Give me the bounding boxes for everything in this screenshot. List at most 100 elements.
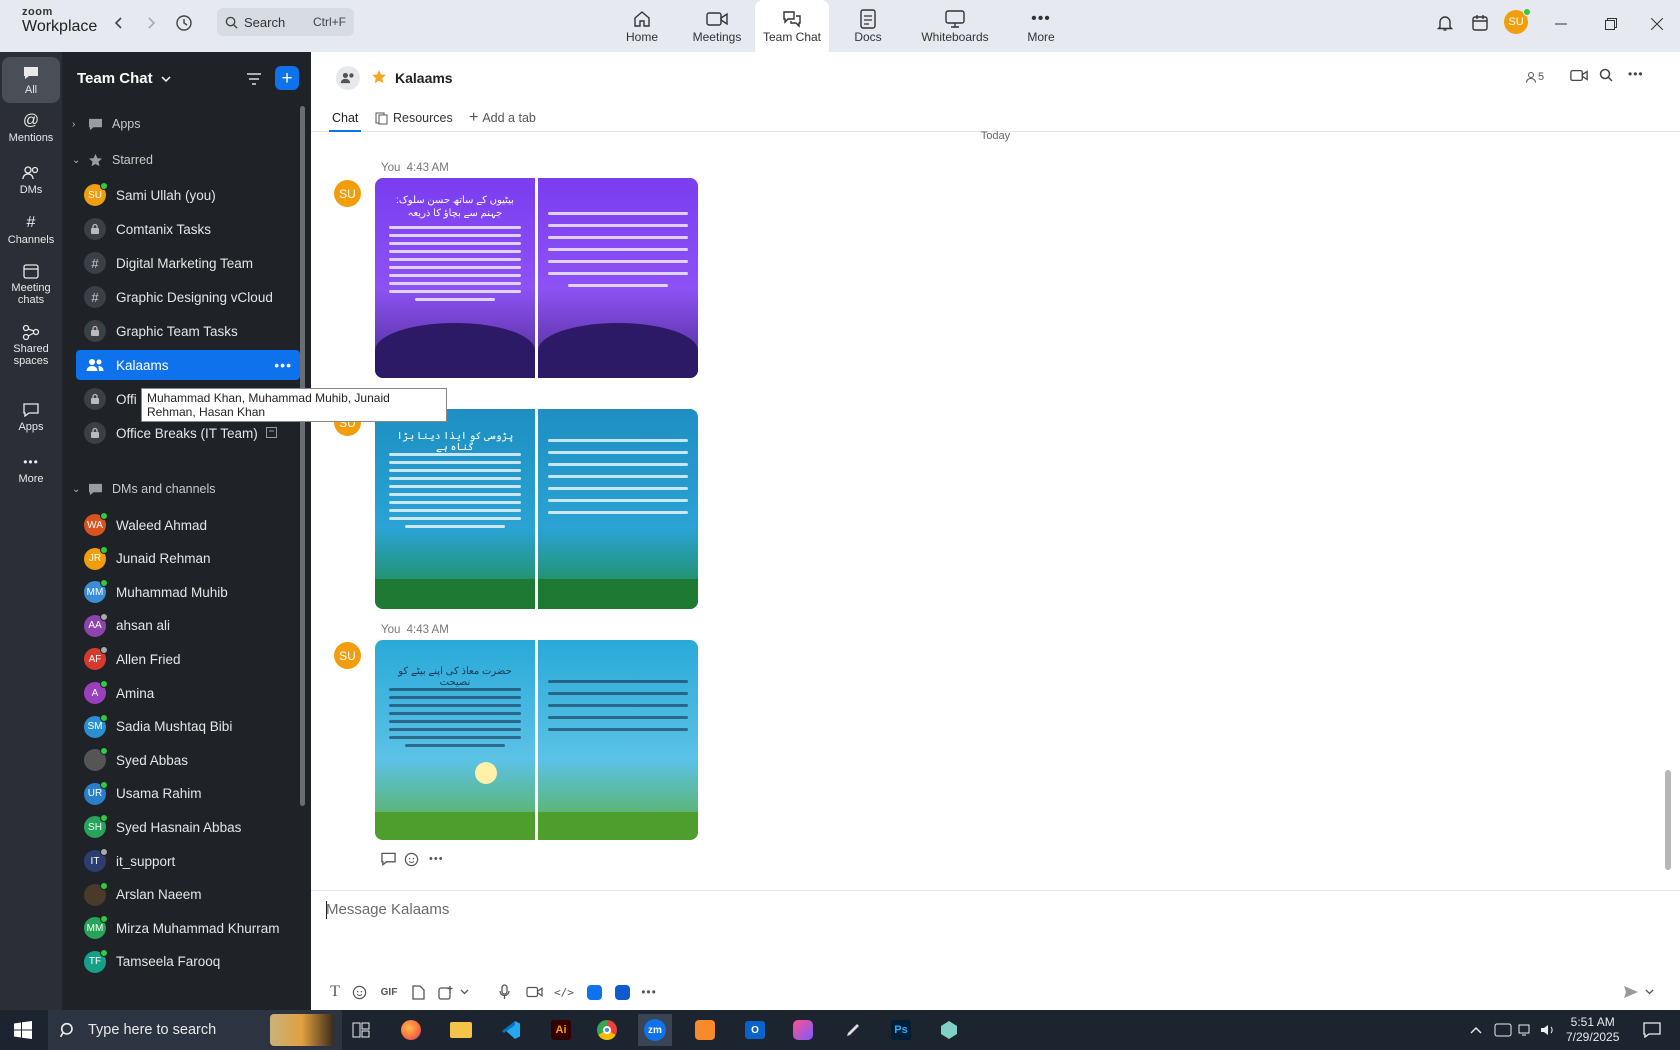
dm-item[interactable]: MM Muhammad Muhib	[76, 577, 300, 607]
rail-all[interactable]: All	[2, 57, 60, 103]
creative-cloud-icon[interactable]	[786, 1014, 820, 1046]
emoji-icon[interactable]	[349, 982, 369, 1002]
volume-icon[interactable]	[1540, 1010, 1556, 1050]
dm-item[interactable]: Syed Abbas	[76, 745, 300, 775]
maximize-button[interactable]	[1596, 12, 1626, 36]
xampp-icon[interactable]	[688, 1014, 722, 1046]
vscode-icon[interactable]	[494, 1014, 528, 1046]
taskbar-search[interactable]: Type here to search	[48, 1010, 342, 1050]
clock[interactable]: 5:51 AM 7/29/2025	[1566, 1010, 1619, 1050]
dm-item[interactable]: UR Usama Rahim	[76, 779, 300, 809]
nav-whiteboards[interactable]: Whiteboards	[916, 0, 994, 52]
forward-arrow-icon[interactable]	[140, 12, 162, 34]
image-attachment[interactable]: حضرت معاذ کی اپنے بیٹے کو نصیحت	[375, 640, 698, 840]
inkscape-pen-icon[interactable]	[836, 1014, 870, 1046]
notification-center-icon[interactable]	[1643, 1010, 1661, 1050]
more-options-icon[interactable]: •••	[1628, 67, 1644, 81]
tab-resources[interactable]: Resources	[375, 108, 453, 128]
history-icon[interactable]	[173, 12, 195, 34]
send-icon[interactable]	[1622, 982, 1640, 1002]
user-avatar[interactable]: SU	[1504, 8, 1531, 34]
starred-item-kalaams[interactable]: Kalaams •••	[76, 350, 300, 380]
reply-icon[interactable]	[381, 850, 396, 868]
notification-bell-icon[interactable]	[1434, 12, 1456, 34]
filter-icon[interactable]	[243, 68, 265, 90]
app-icon-blue[interactable]	[584, 982, 604, 1002]
outlook-icon[interactable]: O	[738, 1014, 772, 1046]
minimize-button[interactable]	[1546, 12, 1576, 36]
zoom-taskbar-icon[interactable]: zm	[638, 1014, 672, 1046]
dm-item[interactable]: JR Junaid Rehman	[76, 544, 300, 574]
search-box[interactable]: Search Ctrl+F	[217, 8, 354, 36]
screenshot-icon[interactable]	[435, 982, 455, 1002]
tab-chat[interactable]: Chat	[332, 108, 358, 128]
image-tile[interactable]: بیٹیوں کے ساتھ حسن سلوک: جہنم سے بچاؤ کا…	[375, 178, 535, 378]
starred-item-digital-marketing[interactable]: # Digital Marketing Team	[76, 248, 300, 278]
rail-channels[interactable]: # Channels	[2, 212, 60, 247]
rail-apps[interactable]: Apps	[2, 399, 60, 433]
video-call-icon[interactable]	[1570, 69, 1588, 87]
more-options-icon[interactable]: •••	[637, 982, 661, 1002]
rail-dms[interactable]: DMs	[2, 162, 60, 196]
code-snippet-icon[interactable]: </>	[553, 982, 575, 1002]
dm-item[interactable]: AA ahsan ali	[76, 611, 300, 641]
starred-item-graphic-team[interactable]: Graphic Team Tasks	[76, 316, 300, 346]
new-chat-button[interactable]: +	[275, 66, 299, 90]
rail-meeting-chats[interactable]: Meeting chats	[2, 260, 60, 306]
emoji-reaction-icon[interactable]	[404, 850, 419, 868]
image-tile[interactable]	[538, 178, 698, 378]
search-icon[interactable]	[1599, 68, 1613, 87]
nav-team-chat[interactable]: Team Chat	[755, 0, 829, 52]
nav-docs[interactable]: Docs	[830, 0, 906, 52]
add-tab-button[interactable]: + Add a tab	[469, 108, 536, 128]
starred-item-graphic-vcloud[interactable]: # Graphic Designing vCloud	[76, 282, 300, 312]
nav-more[interactable]: ••• More	[1003, 0, 1079, 52]
file-explorer-icon[interactable]	[444, 1014, 478, 1046]
network-icon[interactable]	[1518, 1010, 1534, 1050]
chrome-icon[interactable]	[590, 1014, 624, 1046]
illustrator-icon[interactable]: Ai	[544, 1014, 578, 1046]
rail-mentions[interactable]: @ Mentions	[2, 110, 60, 145]
dm-item[interactable]: IT it_support	[76, 846, 300, 876]
image-attachment[interactable]: پڑوسی کو ایذا دینا بڑا گناہ ہے	[375, 409, 698, 609]
image-tile[interactable]: حضرت معاذ کی اپنے بیٹے کو نصیحت	[375, 640, 535, 840]
close-button[interactable]	[1642, 12, 1672, 36]
send-options-chevron-icon[interactable]	[1643, 982, 1655, 1002]
video-message-icon[interactable]	[523, 982, 545, 1002]
image-tile[interactable]	[538, 640, 698, 840]
team-chat-dropdown[interactable]: Team Chat	[77, 70, 171, 87]
dm-item[interactable]: Arslan Naeem	[76, 880, 300, 910]
nav-home[interactable]: Home	[604, 0, 680, 52]
tray-device-icon[interactable]	[1494, 1010, 1512, 1050]
firefox-icon[interactable]	[394, 1014, 428, 1046]
more-options-icon[interactable]: •••	[274, 357, 292, 373]
image-tile[interactable]	[538, 409, 698, 609]
nav-meetings[interactable]: Meetings	[679, 0, 755, 52]
section-dms-channels[interactable]: ⌄ DMs and channels	[72, 477, 216, 501]
image-tile[interactable]: پڑوسی کو ایذا دینا بڑا گناہ ہے	[375, 409, 535, 609]
dm-item[interactable]: SM Sadia Mushtaq Bibi	[76, 712, 300, 742]
chat-scrollbar[interactable]	[1665, 770, 1671, 870]
star-icon[interactable]	[371, 69, 387, 89]
section-apps[interactable]: › Apps	[72, 112, 141, 136]
calendar-icon[interactable]	[1469, 12, 1491, 34]
chevron-up-icon[interactable]	[1470, 1010, 1482, 1050]
dm-item[interactable]: A Amina	[76, 678, 300, 708]
text-format-icon[interactable]: T	[325, 982, 345, 1002]
app-icon-blue-chat[interactable]	[612, 982, 632, 1002]
message-composer[interactable]: Message Kalaams T GIF </> •••	[311, 890, 1680, 1010]
dm-item[interactable]: SH Syed Hasnain Abbas	[76, 812, 300, 842]
starred-item-comtanix[interactable]: Comtanix Tasks	[76, 214, 300, 244]
windows-start-icon[interactable]	[14, 1021, 32, 1044]
rail-shared-spaces[interactable]: Shared spaces	[2, 321, 60, 367]
dm-item[interactable]: TF Tamseela Farooq	[76, 947, 300, 977]
more-options-icon[interactable]: •••	[429, 850, 444, 868]
image-attachment[interactable]: بیٹیوں کے ساتھ حسن سلوک: جہنم سے بچاؤ کا…	[375, 178, 698, 378]
microphone-icon[interactable]	[494, 982, 514, 1002]
app-diamond-icon[interactable]	[932, 1014, 966, 1046]
message-input[interactable]: Message Kalaams	[326, 901, 449, 918]
rail-more[interactable]: ••• More	[2, 451, 60, 485]
chevron-down-icon[interactable]	[457, 982, 471, 1002]
photoshop-icon[interactable]: Ps	[884, 1014, 918, 1046]
section-starred[interactable]: ⌄ Starred	[72, 148, 153, 172]
